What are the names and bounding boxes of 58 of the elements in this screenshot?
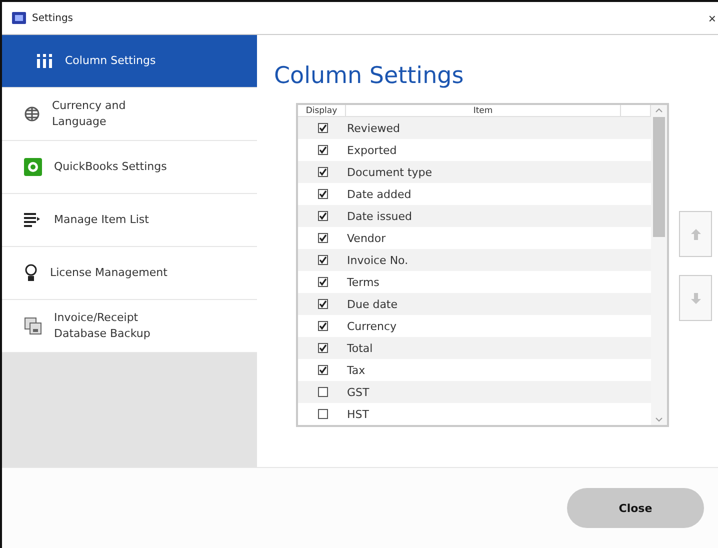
table-cell: Reviewed (347, 122, 400, 134)
checkbox[interactable] (318, 145, 328, 155)
table-cell: Due date (347, 298, 398, 310)
checkbox[interactable] (318, 189, 328, 199)
lightbulb-icon (24, 264, 38, 282)
table-cell: Terms (347, 276, 380, 288)
checkbox[interactable] (318, 277, 328, 287)
sidebar-item[interactable]: Currency and Language (2, 88, 257, 141)
sidebar-item-label: Column Settings (65, 53, 157, 69)
column-header: Item (473, 106, 493, 116)
table-cell: Currency (347, 320, 397, 332)
sidebar-item[interactable]: Invoice/Receipt Database Backup (2, 300, 257, 353)
checkbox[interactable] (318, 255, 328, 265)
table-cell: GST (347, 386, 370, 398)
scroll-down-icon[interactable] (655, 417, 663, 422)
sidebar-item-label: License Management (50, 265, 168, 281)
sidebar-item-label: QuickBooks Settings (54, 159, 168, 175)
checkbox[interactable] (318, 123, 328, 133)
column-header: Display (306, 106, 338, 116)
sidebar-item-label: Invoice/Receipt Database Backup (54, 310, 152, 342)
table-cell: Invoice No. (347, 254, 408, 266)
list-icon (24, 213, 42, 227)
checkbox[interactable] (318, 321, 328, 331)
page-heading: Column Settings (274, 63, 465, 89)
sidebar-item-label: Manage Item List (54, 212, 150, 228)
app-logo-icon (12, 12, 26, 24)
table-cell: Exported (347, 144, 397, 156)
checkbox[interactable] (318, 211, 328, 221)
backup-icon (24, 317, 42, 335)
window-title: Settings (32, 12, 74, 24)
arrow-up-icon (690, 228, 700, 240)
scrollbar[interactable] (651, 105, 667, 425)
close-button[interactable]: Close (567, 488, 704, 528)
quickbooks-icon (24, 158, 42, 176)
sidebar-item[interactable]: Column Settings (2, 35, 257, 88)
checkbox[interactable] (318, 167, 328, 177)
checkbox[interactable] (318, 233, 328, 243)
globe-icon (24, 106, 40, 122)
close-button[interactable]: × (706, 10, 718, 26)
checkbox[interactable] (318, 365, 328, 375)
table-cell: Total (347, 342, 373, 354)
scroll-up-icon[interactable] (655, 108, 663, 113)
checkbox[interactable] (318, 299, 328, 309)
columns-icon (36, 54, 53, 68)
table-cell: Date issued (347, 210, 412, 222)
checkbox[interactable] (318, 409, 328, 419)
arrow-down-icon (690, 292, 700, 304)
table-cell: HST (347, 408, 369, 420)
sidebar-item[interactable]: License Management (2, 247, 257, 300)
sidebar-item[interactable]: QuickBooks Settings (2, 141, 257, 194)
table-cell: Vendor (347, 232, 386, 244)
table-cell: Tax (347, 364, 366, 376)
sidebar-item[interactable]: Manage Item List (2, 194, 257, 247)
checkbox[interactable] (318, 387, 328, 397)
table-cell: Date added (347, 188, 412, 200)
sidebar-item-label: Currency and Language (52, 98, 127, 130)
table-cell: Document type (347, 166, 432, 178)
checkbox[interactable] (318, 343, 328, 353)
